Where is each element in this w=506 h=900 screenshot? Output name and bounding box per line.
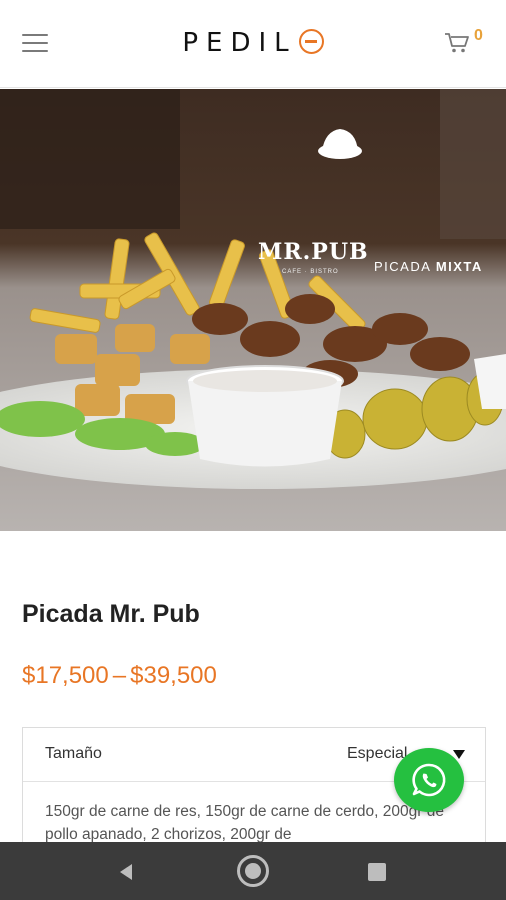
recents-icon[interactable] [368,863,386,881]
hero-tag-bold: MIXTA [435,259,483,274]
hero-tag-prefix: PICADA [374,259,431,274]
size-label: Tamaño [45,745,102,762]
whatsapp-icon [412,763,446,797]
cart-count-badge: 0 [474,27,483,44]
back-icon[interactable] [116,862,136,882]
variation-description: 150gr de carne de res, 150gr de carne de… [45,803,444,843]
hero-tagline: PICADA MIXTA [374,259,483,274]
price-min: $17,500 [22,662,109,689]
price-separator: – [112,662,127,689]
product-image: MR.PUB CAFE · BISTRO PICADA MIXTA [0,89,506,531]
top-bar: PEDIL 0 [0,0,506,88]
cart-button[interactable]: 0 [444,27,488,60]
app-logo[interactable]: PEDIL [0,28,506,58]
brand-subtitle: CAFE · BISTRO [282,269,339,275]
price-max: $39,500 [130,662,217,689]
logo-text: PEDIL [182,28,297,58]
brand-logo: MR.PUB CAFE · BISTRO [258,239,369,275]
whatsapp-button[interactable] [394,748,464,812]
logo-o-icon [298,29,324,54]
product-title: Picada Mr. Pub [22,600,200,628]
size-select[interactable]: Especial [347,745,407,763]
brand-name: MR.PUB [258,239,369,265]
product-photo [0,89,506,531]
price-range: $17,500– $39,500 [22,662,217,690]
cart-icon [445,33,469,53]
android-nav-bar [0,842,506,900]
home-icon[interactable] [237,855,269,887]
